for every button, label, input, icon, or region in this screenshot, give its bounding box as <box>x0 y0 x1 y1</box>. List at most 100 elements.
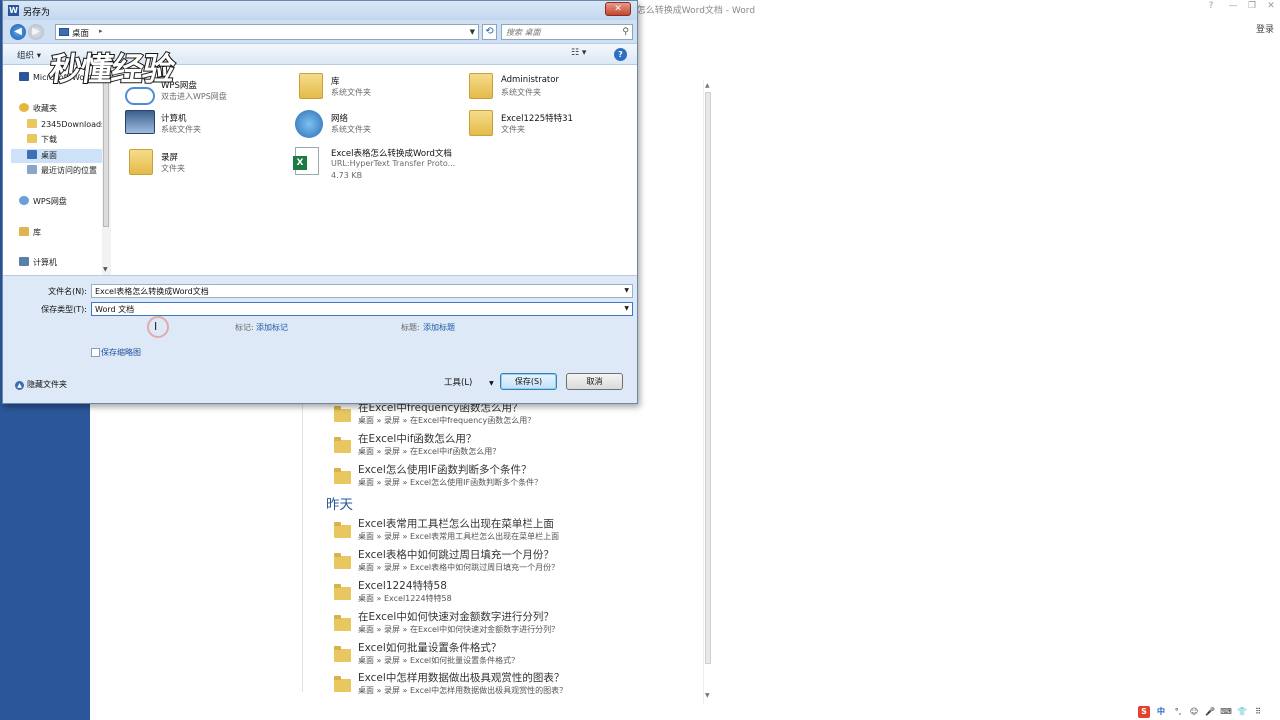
folder-icon <box>334 583 351 600</box>
recent-item-name: Excel怎么使用IF函数判断多个条件？ <box>358 463 532 476</box>
search-icon[interactable]: ⚲ <box>622 27 629 37</box>
hide-folders-toggle[interactable]: ▲ 隐藏文件夹 <box>15 379 67 390</box>
list-item[interactable]: 在Excel中frequency函数怎么用？ 桌面 » 录屏 » 在Excel中… <box>326 402 706 433</box>
title-label: 标题: <box>401 323 420 332</box>
file-item-administrator[interactable]: Administrator 系统文件夹 <box>465 71 630 105</box>
tools-dropdown[interactable]: 工具(L) ▼ <box>444 376 494 388</box>
hide-folders-label: 隐藏文件夹 <box>27 380 67 389</box>
chevron-down-icon[interactable]: ▼ <box>624 305 629 312</box>
back-arrow-icon[interactable]: ◀ <box>10 24 26 40</box>
list-item[interactable]: Excel表格中如何跳过周日填充一个月份？ 桌面 » 录屏 » Excel表格中… <box>326 549 706 580</box>
address-bar[interactable]: 桌面 ▸ ▼ <box>55 24 479 40</box>
help-icon[interactable]: ? <box>1202 1 1220 11</box>
file-item-excel-to-word[interactable]: X Excel表格怎么转换成Word文档 URL:HyperText Trans… <box>293 143 460 183</box>
view-options-icon[interactable]: ☷ ▾ <box>571 48 586 58</box>
list-item[interactable]: Excel1224特特58 桌面 » Excel1224特特58 <box>326 580 706 611</box>
nav-item-desktop[interactable]: 桌面 <box>11 149 103 163</box>
list-item[interactable]: Excel如何批量设置条件格式？ 桌面 » 录屏 » Excel如何批量设置条件… <box>326 642 706 673</box>
chinese-input-icon[interactable]: 中 <box>1154 706 1168 718</box>
file-type: 系统文件夹 <box>501 88 541 97</box>
folder-icon <box>334 645 351 662</box>
minimize-button[interactable]: — <box>1224 1 1242 11</box>
search-input[interactable] <box>506 26 614 38</box>
filename-label: 文件名(N): <box>48 287 87 296</box>
login-link[interactable]: 登录 <box>1256 22 1274 35</box>
desktop-icon <box>27 150 37 159</box>
file-type: 系统文件夹 <box>331 88 371 97</box>
list-item[interactable]: Excel怎么使用IF函数判断多个条件？ 桌面 » 录屏 » Excel怎么使用… <box>326 464 706 495</box>
close-button[interactable]: ✕ <box>1262 1 1280 11</box>
user-folder-icon <box>469 73 493 99</box>
scroll-thumb[interactable] <box>103 77 109 227</box>
sogou-ime-icon[interactable]: S <box>1138 706 1150 718</box>
savetype-value: Word 文档 <box>95 305 135 314</box>
recent-item-name: Excel中怎样用数据做出极具观赏性的图表？ <box>358 672 565 685</box>
recent-item-path: 桌面 » 录屏 » Excel表格中如何跳过周日填充一个月份？ <box>358 563 560 573</box>
save-thumbnail-checkbox[interactable] <box>91 348 100 357</box>
punctuation-icon[interactable]: °, <box>1172 706 1184 718</box>
search-box[interactable]: ⚲ <box>501 24 633 40</box>
file-type: 系统文件夹 <box>331 125 371 134</box>
file-item-excel1225[interactable]: Excel1225特特31 文件夹 <box>465 108 630 142</box>
file-name: Excel1225特特31 <box>501 114 573 124</box>
dialog-titlebar[interactable]: W 另存为 ✕ <box>3 1 637 20</box>
list-item[interactable]: Excel中怎样用数据做出极具观赏性的图表？ 桌面 » 录屏 » Excel中怎… <box>326 672 706 703</box>
folder-icon <box>334 436 351 453</box>
cancel-button[interactable]: 取消 <box>566 373 623 390</box>
recent-item-path: 桌面 » 录屏 » Excel表常用工具栏怎么出现在菜单栏上面 <box>358 532 560 542</box>
emoji-icon[interactable]: ☺ <box>1188 706 1200 718</box>
recent-item-path: 桌面 » 录屏 » Excel如何批量设置条件格式？ <box>358 655 520 665</box>
scroll-thumb[interactable] <box>705 92 711 664</box>
file-list: WPS网盘 双击进入WPS网盘 库 系统文件夹 Administrator 系统… <box>111 65 637 275</box>
file-name: Administrator <box>501 75 559 85</box>
nav-pane-scrollbar[interactable]: ▲ ▼ <box>102 65 111 275</box>
cloud-icon <box>19 196 29 205</box>
file-item-network[interactable]: 网络 系统文件夹 <box>295 108 460 142</box>
add-title-link[interactable]: 添加标题 <box>423 322 455 333</box>
chevron-up-icon: ▲ <box>15 381 24 390</box>
keyboard-icon[interactable]: ⌨ <box>1220 706 1232 718</box>
tags-label: 标记: <box>235 323 254 332</box>
scroll-down-icon[interactable]: ▼ <box>705 692 710 699</box>
file-name: 录屏 <box>161 153 179 163</box>
save-button[interactable]: 保存(S) <box>500 373 557 390</box>
navigation-pane: Microsoft Word 收藏夹 2345Downloads 下载 桌面 最… <box>3 65 111 275</box>
star-icon <box>19 103 29 112</box>
save-thumbnail-label[interactable]: 保存缩略图 <box>101 347 141 358</box>
system-tray: S 中 °, ☺ 🎤 ⌨ 👕 ⠿ <box>1138 704 1280 720</box>
computer-icon <box>125 110 155 134</box>
forward-arrow-icon[interactable]: ▶ <box>28 24 44 40</box>
file-item-computer[interactable]: 计算机 系统文件夹 <box>125 108 290 142</box>
file-name: 网络 <box>331 114 349 124</box>
restore-button[interactable]: ❐ <box>1243 1 1261 11</box>
file-type: 文件夹 <box>501 125 525 134</box>
add-tags-link[interactable]: 添加标记 <box>256 322 288 333</box>
chevron-down-icon[interactable]: ▼ <box>624 287 629 294</box>
refresh-icon[interactable]: ⟲ <box>482 24 497 40</box>
list-item[interactable]: 在Excel中if函数怎么用？ 桌面 » 录屏 » 在Excel中if函数怎么用… <box>326 433 706 464</box>
filename-field[interactable]: Excel表格怎么转换成Word文档 ▼ <box>91 284 633 298</box>
scroll-down-icon[interactable]: ▼ <box>103 266 108 273</box>
recent-list-scrollbar[interactable]: ▲ ▼ <box>703 80 712 704</box>
file-type: 系统文件夹 <box>161 125 201 134</box>
chevron-right-icon[interactable]: ▸ <box>99 27 103 35</box>
address-location[interactable]: 桌面 <box>72 27 89 39</box>
skin-icon[interactable]: 👕 <box>1236 706 1248 718</box>
file-item-libraries[interactable]: 库 系统文件夹 <box>295 71 460 105</box>
list-item[interactable]: Excel表常用工具栏怎么出现在菜单栏上面 桌面 » 录屏 » Excel表常用… <box>326 518 706 549</box>
chevron-down-icon[interactable]: ▼ <box>470 28 475 36</box>
list-item[interactable]: 在Excel中如何快速对金额数字进行分列？ 桌面 » 录屏 » 在Excel中如… <box>326 611 706 642</box>
recent-item-name: Excel1224特特58 <box>358 579 447 592</box>
organize-button[interactable]: 组织 ▾ <box>17 49 41 61</box>
toolbox-icon[interactable]: ⠿ <box>1252 706 1264 718</box>
close-icon[interactable]: ✕ <box>605 2 631 16</box>
help-icon[interactable]: ? <box>614 48 627 61</box>
word-app-icon: W <box>8 5 19 16</box>
folder-icon <box>334 467 351 484</box>
file-item-recordings[interactable]: 录屏 文件夹 <box>125 147 290 181</box>
savetype-select[interactable]: Word 文档 ▼ <box>91 302 633 316</box>
recent-item-path: 桌面 » Excel1224特特58 <box>358 593 452 603</box>
microphone-icon[interactable]: 🎤 <box>1204 706 1216 718</box>
recent-item-path: 桌面 » 录屏 » Excel中怎样用数据做出极具观赏性的图表？ <box>358 686 568 696</box>
scroll-up-icon[interactable]: ▲ <box>705 82 710 89</box>
